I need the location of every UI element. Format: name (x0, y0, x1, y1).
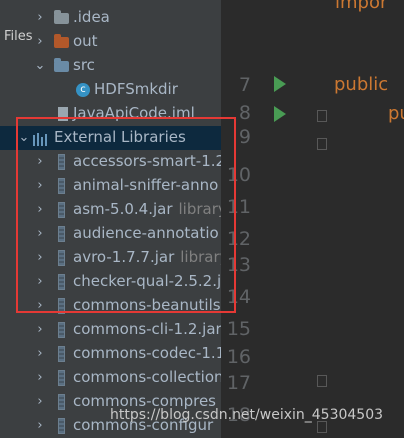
library-item[interactable]: › commons-cli-1.2.jar (0, 318, 221, 342)
jar-icon (58, 370, 65, 386)
code-text-line8: pu (388, 103, 404, 124)
jar-icon (58, 274, 65, 290)
library-hint: library (178, 200, 222, 218)
fold-icon-8[interactable] (317, 110, 327, 122)
chevron-right-icon[interactable]: › (34, 323, 46, 336)
tree-item-label: commons-beanutils (73, 296, 221, 314)
library-item[interactable]: › avro-1.7.7.jarlibrary (0, 246, 221, 270)
library-item[interactable]: › asm-5.0.4.jarlibrary (0, 198, 221, 222)
chevron-down-icon[interactable]: ⌄ (34, 59, 46, 72)
jar-icon (58, 250, 65, 266)
tree-item[interactable]: JavaApiCode.iml (0, 102, 221, 126)
library-item[interactable]: › commons-collection (0, 366, 221, 390)
jar-icon (58, 154, 65, 170)
line-number: 12 (226, 228, 251, 250)
tree-item-label: animal-sniffer-anno (73, 176, 219, 194)
chevron-right-icon[interactable]: › (34, 371, 46, 384)
library-item[interactable]: › commons-beanutils (0, 294, 221, 318)
tree-item-label: src (73, 56, 95, 74)
tree-item-label: HDFSmkdir (94, 80, 178, 98)
tree-item-label: External Libraries (54, 128, 186, 146)
library-item[interactable]: › commons-codec-1.1 (0, 342, 221, 366)
tree-item-label: commons-cli-1.2.jar (73, 320, 221, 338)
files-tab[interactable]: Files (0, 28, 37, 46)
chevron-right-icon[interactable]: › (34, 347, 46, 360)
code-text-line7: public (334, 74, 389, 95)
tree-item[interactable]: ⌄ src (0, 54, 221, 78)
chevron-right-icon[interactable]: › (34, 227, 46, 240)
run-gutter-icon-8[interactable] (274, 106, 286, 122)
run-gutter-icon-7[interactable] (274, 76, 286, 92)
iml-file-icon (58, 107, 68, 121)
library-item[interactable]: › audience-annotatio (0, 222, 221, 246)
line-number: 10 (226, 164, 251, 186)
folder-icon (54, 10, 69, 24)
tree-item-label: asm-5.0.4.jarlibrary (73, 200, 221, 218)
tree-item[interactable]: ⌄ External Libraries (0, 126, 221, 150)
tree-item[interactable]: › .idea (0, 6, 221, 30)
chevron-right-icon[interactable]: › (34, 395, 46, 408)
folder-icon (54, 34, 69, 48)
folder-icon (54, 58, 69, 72)
chevron-right-icon[interactable]: › (34, 299, 46, 312)
chevron-right-icon[interactable]: › (34, 203, 46, 216)
tree-item-label: avro-1.7.7.jarlibrary (73, 248, 221, 266)
code-text-top: impor (335, 0, 388, 13)
tree-item-label: audience-annotatio (73, 224, 219, 242)
line-number: 17 (226, 372, 251, 394)
jar-icon (58, 394, 65, 410)
line-number: 14 (226, 286, 251, 308)
line-number: 9 (238, 126, 251, 148)
jar-icon (58, 226, 65, 242)
library-item[interactable]: › checker-qual-2.5.2.j (0, 270, 221, 294)
libraries-icon (33, 132, 48, 150)
line-number: 13 (226, 254, 251, 276)
chevron-right-icon[interactable]: › (34, 11, 46, 24)
line-number: 7 (238, 74, 251, 96)
chevron-right-icon[interactable]: › (34, 179, 46, 192)
tree-item-label: commons-collection (73, 368, 221, 386)
chevron-right-icon[interactable]: › (34, 155, 46, 168)
library-item[interactable]: › animal-sniffer-anno (0, 174, 221, 198)
project-panel: › .idea › out ⌄ src c HDFSmkdir JavaApiCode.iml ⌄… (0, 0, 221, 438)
tree-item[interactable]: c HDFSmkdir (0, 78, 221, 102)
jar-icon (58, 202, 65, 218)
jar-icon (58, 322, 65, 338)
line-number: 16 (226, 346, 251, 368)
watermark-text: https://blog.csdn.net/weixin_45304503 (110, 407, 384, 423)
tree-item-label: out (73, 32, 98, 50)
jar-icon (58, 418, 65, 434)
jar-icon (58, 298, 65, 314)
tree-item-label: .idea (73, 8, 110, 26)
chevron-right-icon[interactable]: › (34, 251, 46, 264)
line-number: 15 (226, 318, 251, 340)
fold-icon-17[interactable] (317, 375, 327, 387)
jar-icon (58, 346, 65, 362)
library-hint: library (180, 248, 221, 266)
chevron-right-icon[interactable]: › (34, 419, 46, 432)
chevron-right-icon[interactable]: › (34, 275, 46, 288)
class-icon: c (76, 83, 90, 97)
line-number: 8 (238, 102, 251, 124)
tree-item-label: JavaApiCode.iml (73, 104, 195, 122)
fold-icon-9[interactable] (317, 138, 327, 150)
library-item[interactable]: › accessors-smart-1.2 (0, 150, 221, 174)
chevron-down-icon[interactable]: ⌄ (18, 131, 30, 144)
tree-item-label: commons-codec-1.1 (73, 344, 221, 362)
tree-item-label: checker-qual-2.5.2.j (73, 272, 221, 290)
line-number: 11 (226, 196, 251, 218)
tree-item-label: accessors-smart-1.2 (73, 152, 221, 170)
jar-icon (58, 178, 65, 194)
editor-panel: impor public pu 789101112131415161718 (221, 0, 404, 438)
